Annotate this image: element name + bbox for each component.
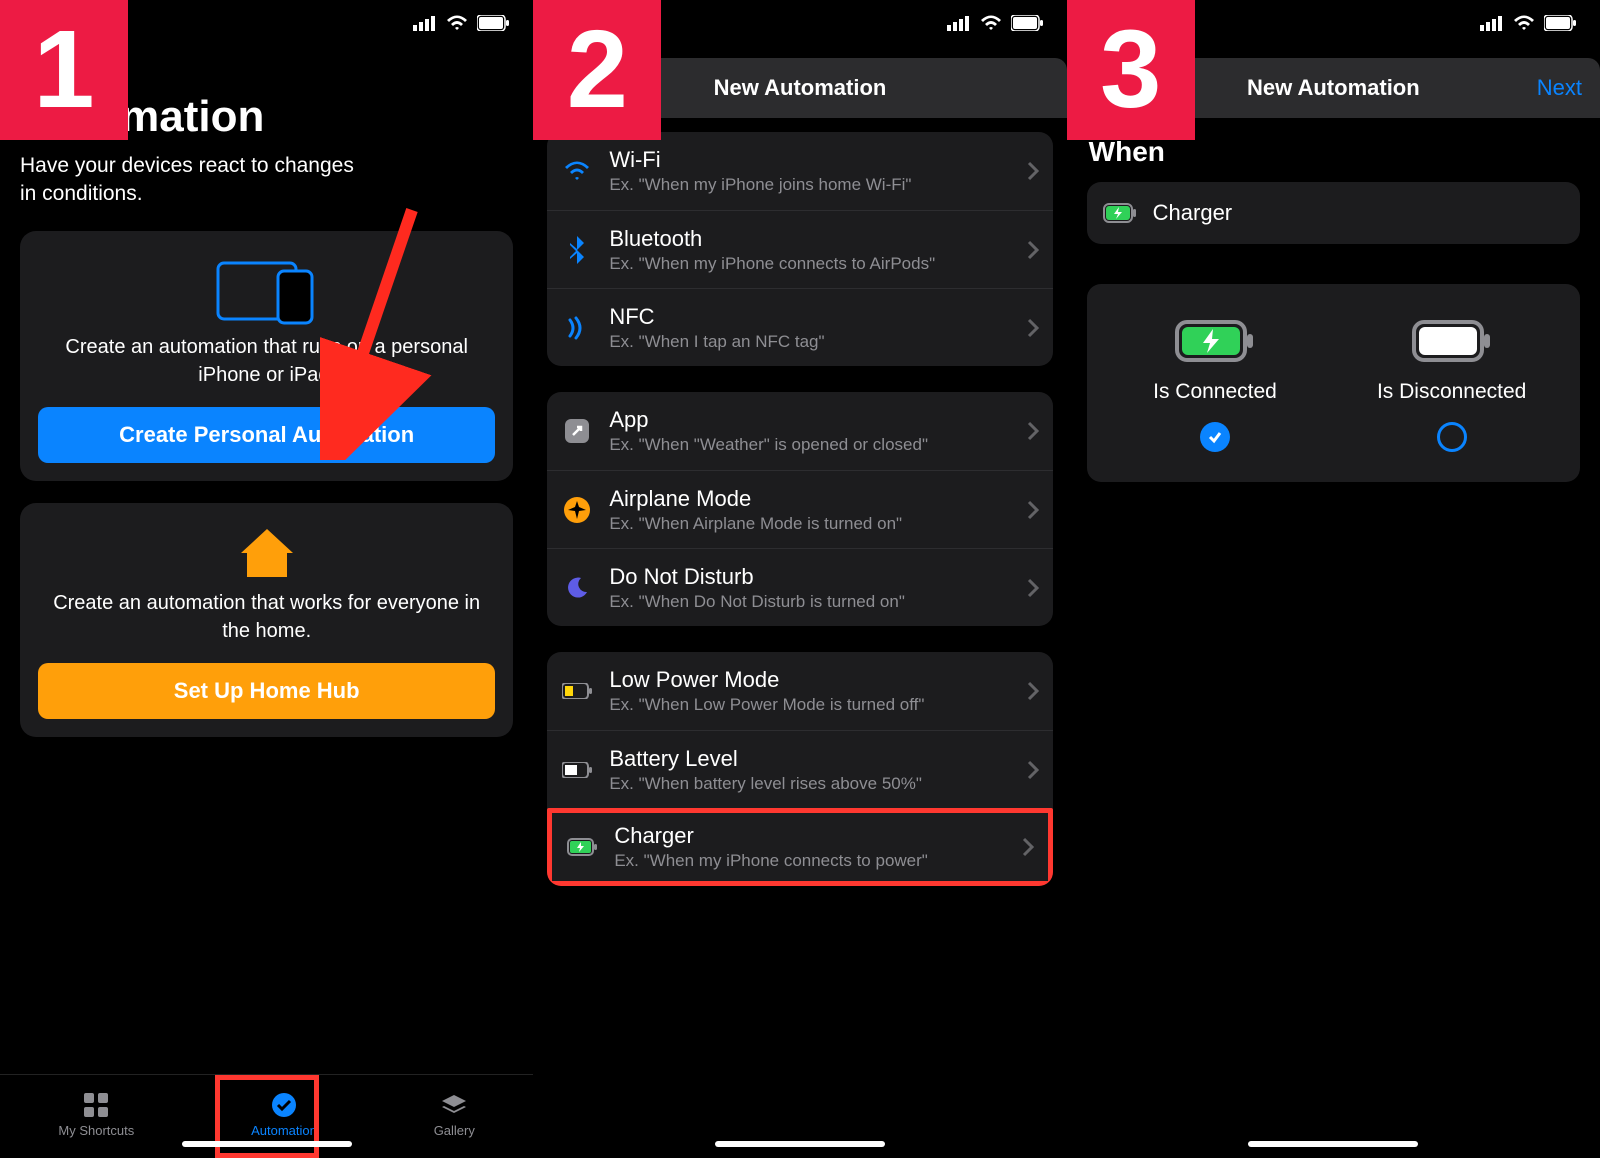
row-title: Charger (614, 823, 1021, 849)
option-label: Is Disconnected (1377, 380, 1526, 404)
row-subtitle: Ex. "When my iPhone connects to AirPods" (609, 254, 1026, 274)
chevron-right-icon (1027, 681, 1039, 701)
tab-label: Gallery (434, 1123, 475, 1138)
battery-icon (1544, 15, 1576, 31)
row-subtitle: Ex. "When Do Not Disturb is turned on" (609, 592, 1026, 612)
trigger-group-power: Low Power ModeEx. "When Low Power Mode i… (547, 652, 1052, 886)
row-subtitle: Ex. "When I tap an NFC tag" (609, 332, 1026, 352)
app-icon (561, 418, 593, 444)
option-label: Is Connected (1153, 380, 1277, 404)
screen-2: 2 New Automation Wi-FiEx. "When my iPhon… (533, 0, 1066, 1154)
wifi-icon (561, 160, 593, 182)
row-title: NFC (609, 304, 1026, 330)
row-airplane-mode[interactable]: Airplane ModeEx. "When Airplane Mode is … (547, 470, 1052, 548)
row-subtitle: Ex. "When "Weather" is opened or closed" (609, 435, 1026, 455)
wifi-icon (1512, 14, 1536, 32)
battery-half-icon (561, 762, 593, 778)
bluetooth-icon (561, 236, 593, 264)
home-automation-card: Create an automation that works for ever… (20, 503, 513, 737)
set-up-home-hub-button[interactable]: Set Up Home Hub (38, 663, 495, 719)
row-title: Low Power Mode (609, 667, 1026, 693)
home-indicator[interactable] (182, 1141, 352, 1147)
chevron-right-icon (1027, 318, 1039, 338)
home-blurb: Create an automation that works for ever… (38, 589, 495, 645)
option-is-disconnected[interactable]: Is Disconnected (1333, 320, 1570, 452)
battery-icon (1011, 15, 1043, 31)
sheet-title: New Automation (714, 75, 887, 101)
step-badge-1: 1 (0, 0, 128, 140)
wifi-icon (445, 14, 469, 32)
battery-icon (477, 15, 509, 31)
airplane-icon (561, 497, 593, 523)
row-charger[interactable]: ChargerEx. "When my iPhone connects to p… (547, 808, 1052, 886)
screen-3: 3 New Automation Next When Charger Is Co… (1067, 0, 1600, 1154)
row-title: Do Not Disturb (609, 564, 1026, 590)
chevron-right-icon (1027, 578, 1039, 598)
home-indicator[interactable] (1248, 1141, 1418, 1147)
home-indicator[interactable] (715, 1141, 885, 1147)
row-bluetooth[interactable]: BluetoothEx. "When my iPhone connects to… (547, 210, 1052, 288)
screen-1: 1 Automation Have your devices react to … (0, 0, 533, 1154)
row-subtitle: Ex. "When my iPhone joins home Wi-Fi" (609, 175, 1026, 195)
trigger-title: Charger (1153, 200, 1232, 226)
row-wifi[interactable]: Wi-FiEx. "When my iPhone joins home Wi-F… (547, 132, 1052, 210)
options-card: Is Connected Is Disconnected (1087, 284, 1580, 482)
row-nfc[interactable]: NFCEx. "When I tap an NFC tag" (547, 288, 1052, 366)
row-low-power-mode[interactable]: Low Power ModeEx. "When Low Power Mode i… (547, 652, 1052, 730)
page-subtitle: Have your devices react to changes in co… (20, 152, 360, 209)
arrow-annotation (320, 200, 440, 460)
row-title: Wi-Fi (609, 147, 1026, 173)
row-title: Bluetooth (609, 226, 1026, 252)
selected-trigger-row[interactable]: Charger (1087, 182, 1580, 244)
chevron-right-icon (1027, 421, 1039, 441)
row-subtitle: Ex. "When Airplane Mode is turned on" (609, 514, 1026, 534)
step-badge-2: 2 (533, 0, 661, 140)
battery-charging-green-icon (1175, 320, 1255, 362)
home-icon (38, 525, 495, 581)
status-bar (1480, 14, 1576, 32)
chevron-right-icon (1022, 837, 1034, 857)
trigger-group-modes: AppEx. "When "Weather" is opened or clos… (547, 392, 1052, 626)
cellular-icon (1480, 15, 1504, 31)
cellular-icon (947, 15, 971, 31)
when-label: When (1089, 136, 1580, 168)
step-badge-3: 3 (1067, 0, 1195, 140)
charging-icon (566, 838, 598, 856)
row-title: Airplane Mode (609, 486, 1026, 512)
status-bar (947, 14, 1043, 32)
status-bar (413, 14, 509, 32)
wifi-icon (979, 14, 1003, 32)
row-battery-level[interactable]: Battery LevelEx. "When battery level ris… (547, 730, 1052, 808)
option-is-connected[interactable]: Is Connected (1097, 320, 1334, 452)
row-title: App (609, 407, 1026, 433)
tab-my-shortcuts[interactable]: My Shortcuts (58, 1091, 134, 1138)
row-do-not-disturb[interactable]: Do Not DisturbEx. "When Do Not Disturb i… (547, 548, 1052, 626)
trigger-group-connectivity: Wi-FiEx. "When my iPhone joins home Wi-F… (547, 132, 1052, 366)
charging-icon (1103, 203, 1137, 223)
row-subtitle: Ex. "When my iPhone connects to power" (614, 851, 1021, 871)
chevron-right-icon (1027, 240, 1039, 260)
grid-icon (82, 1091, 110, 1119)
low-power-icon (561, 683, 593, 699)
row-app[interactable]: AppEx. "When "Weather" is opened or clos… (547, 392, 1052, 470)
tab-label: My Shortcuts (58, 1123, 134, 1138)
chevron-right-icon (1027, 760, 1039, 780)
chevron-right-icon (1027, 500, 1039, 520)
next-button[interactable]: Next (1537, 75, 1582, 101)
stack-icon (440, 1091, 468, 1119)
tab-gallery[interactable]: Gallery (434, 1091, 475, 1138)
row-subtitle: Ex. "When battery level rises above 50%" (609, 774, 1026, 794)
row-title: Battery Level (609, 746, 1026, 772)
radio-checked (1200, 422, 1230, 452)
battery-full-white-icon (1412, 320, 1492, 362)
radio-unchecked (1437, 422, 1467, 452)
nfc-icon (561, 316, 593, 340)
moon-icon (561, 576, 593, 600)
sheet-title: New Automation (1247, 75, 1420, 101)
chevron-right-icon (1027, 161, 1039, 181)
row-subtitle: Ex. "When Low Power Mode is turned off" (609, 695, 1026, 715)
cellular-icon (413, 15, 437, 31)
